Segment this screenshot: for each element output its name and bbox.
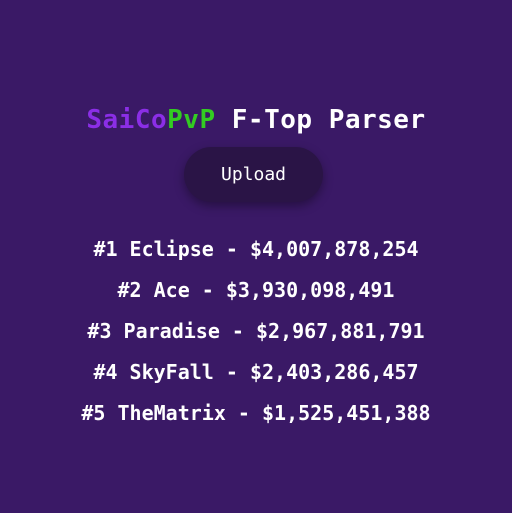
ftop-entry-1: #1 Eclipse - $4,007,878,254 [93,237,419,261]
title-pvp: PvP [167,105,216,136]
title-saico: SaiCo [86,105,168,136]
upload-button[interactable]: Upload [184,147,323,202]
ftop-entry-4: #4 SkyFall - $2,403,286,457 [93,360,419,384]
ftop-entry-3: #3 Paradise - $2,967,881,791 [87,319,425,343]
ftop-list: #1 Eclipse - $4,007,878,254 #2 Ace - $3,… [0,232,512,437]
ftop-entry-2: #2 Ace - $3,930,098,491 [117,278,395,302]
page-title: SaiCoPvP F-Top Parser [0,105,512,135]
ftop-entry-5: #5 TheMatrix - $1,525,451,388 [81,401,431,425]
title-ftop-parser: F-Top Parser [215,105,426,136]
